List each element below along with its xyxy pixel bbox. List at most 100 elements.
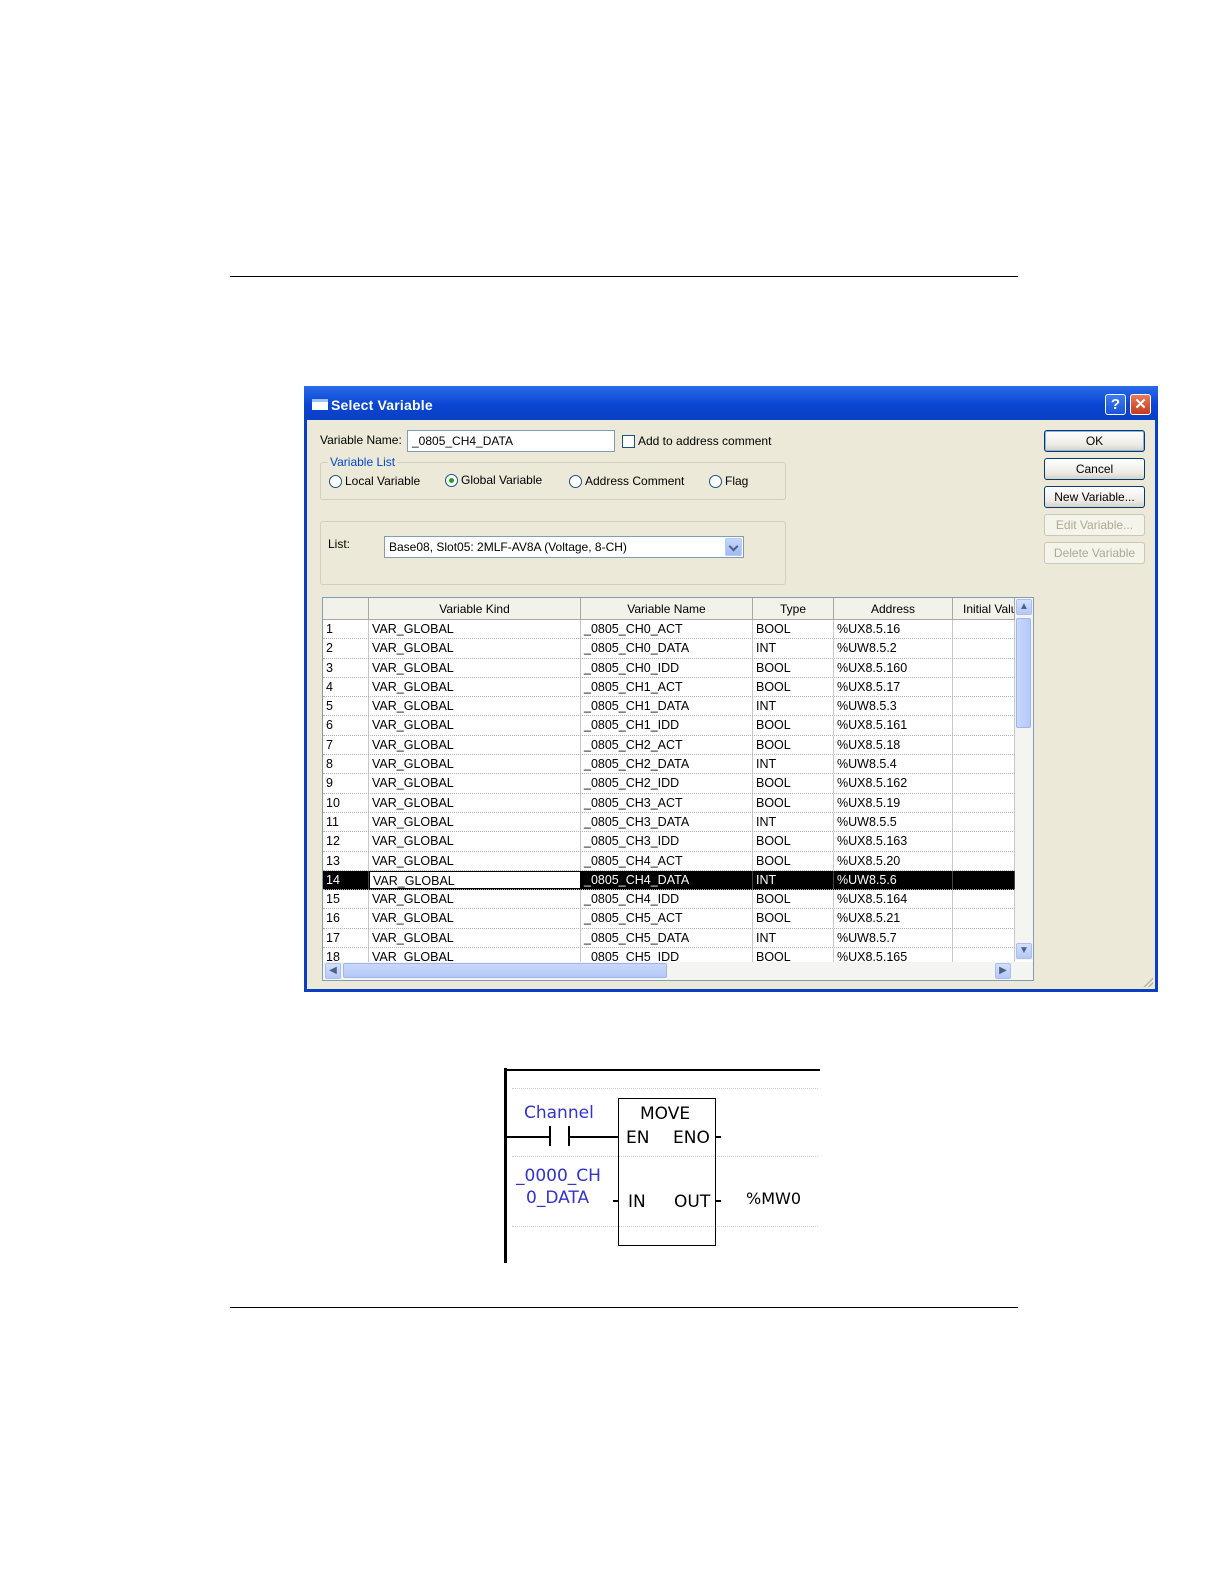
vertical-scroll-thumb[interactable]	[1016, 618, 1031, 728]
cell-variable-kind[interactable]: VAR_GLOBAL	[369, 639, 581, 658]
address-comment-radio[interactable]	[569, 475, 582, 488]
table-row[interactable]: 13 VAR_GLOBAL _0805_CH4_ACT BOOL %UX8.5.20	[323, 851, 1015, 871]
vertical-scrollbar[interactable]: ▲ ▼	[1015, 598, 1033, 960]
table-row[interactable]: 2 VAR_GLOBAL _0805_CH0_DATA INT %UW8.5.2	[323, 639, 1015, 659]
local-variable-radio[interactable]	[329, 475, 342, 488]
cell-address[interactable]: %UX8.5.163	[834, 832, 953, 851]
cell-variable-kind[interactable]: VAR_GLOBAL	[369, 909, 581, 928]
cell-variable-kind[interactable]: VAR_GLOBAL	[369, 774, 581, 793]
cell-variable-kind[interactable]: VAR_GLOBAL	[369, 928, 581, 948]
table-row[interactable]: 6 VAR_GLOBAL _0805_CH1_IDD BOOL %UX8.5.161	[323, 716, 1015, 736]
close-button[interactable]: ✕	[1130, 394, 1151, 415]
cancel-button[interactable]: Cancel	[1044, 458, 1145, 480]
cell-index[interactable]: 9	[323, 774, 369, 793]
cell-type[interactable]: INT	[753, 697, 834, 716]
table-row[interactable]: 12 VAR_GLOBAL _0805_CH3_IDD BOOL %UX8.5.163	[323, 832, 1015, 852]
scroll-right-icon[interactable]: ▶	[995, 963, 1011, 979]
cell-address[interactable]: %UX8.5.21	[834, 909, 953, 928]
cell-initial-value[interactable]	[953, 755, 1015, 774]
cell-variable-name[interactable]: _0805_CH3_ACT	[581, 793, 753, 812]
cell-variable-name[interactable]: _0805_CH2_ACT	[581, 735, 753, 755]
cell-variable-name[interactable]: _0805_CH4_ACT	[581, 851, 753, 870]
cell-index[interactable]: 11	[323, 812, 369, 832]
cell-type[interactable]: INT	[753, 755, 834, 774]
resize-grip-icon[interactable]	[1141, 975, 1153, 987]
cell-index[interactable]: 15	[323, 890, 369, 909]
cell-initial-value[interactable]	[953, 793, 1015, 812]
cell-index[interactable]: 16	[323, 909, 369, 928]
table-row[interactable]: 1 VAR_GLOBAL _0805_CH0_ACT BOOL %UX8.5.16	[323, 620, 1015, 640]
cell-variable-name[interactable]: _0805_CH3_IDD	[581, 832, 753, 851]
cell-address[interactable]: %UX8.5.17	[834, 677, 953, 697]
cell-variable-kind[interactable]: VAR_GLOBAL	[369, 851, 581, 870]
new-variable-button[interactable]: New Variable...	[1044, 486, 1145, 508]
edit-variable-button[interactable]: Edit Variable...	[1044, 514, 1145, 536]
cell-initial-value[interactable]	[953, 774, 1015, 793]
cell-variable-kind[interactable]: VAR_GLOBAL	[369, 812, 581, 832]
scroll-down-icon[interactable]: ▼	[1016, 943, 1032, 959]
cell-variable-name[interactable]: _0805_CH1_DATA	[581, 697, 753, 716]
table-row[interactable]: 9 VAR_GLOBAL _0805_CH2_IDD BOOL %UX8.5.162	[323, 774, 1015, 794]
cell-type[interactable]: INT	[753, 870, 834, 890]
cell-variable-kind[interactable]: VAR_GLOBAL	[369, 677, 581, 697]
table-row[interactable]: 14 VAR_GLOBAL _0805_CH4_DATA INT %UW8.5.6	[323, 870, 1015, 891]
cell-index[interactable]: 4	[323, 677, 369, 697]
cell-variable-kind[interactable]: VAR_GLOBAL	[369, 870, 581, 890]
horizontal-scrollbar[interactable]: ◀ ▶	[323, 962, 1033, 980]
cell-type[interactable]: INT	[753, 928, 834, 948]
col-header-variable-kind[interactable]: Variable Kind	[369, 598, 581, 620]
cell-variable-kind[interactable]: VAR_GLOBAL	[369, 793, 581, 812]
table-row[interactable]: 3 VAR_GLOBAL _0805_CH0_IDD BOOL %UX8.5.160	[323, 658, 1015, 678]
cell-address[interactable]: %UW8.5.7	[834, 928, 953, 948]
cell-index[interactable]: 14	[323, 870, 369, 890]
cell-type[interactable]: BOOL	[753, 677, 834, 697]
scroll-up-icon[interactable]: ▲	[1016, 599, 1032, 615]
cell-address[interactable]: %UX8.5.160	[834, 658, 953, 677]
table-row[interactable]: 8 VAR_GLOBAL _0805_CH2_DATA INT %UW8.5.4	[323, 755, 1015, 775]
cell-index[interactable]: 1	[323, 620, 369, 639]
cell-initial-value[interactable]	[953, 697, 1015, 716]
cell-variable-name[interactable]: _0805_CH5_ACT	[581, 909, 753, 928]
cell-variable-kind[interactable]: VAR_GLOBAL	[369, 697, 581, 716]
cell-address[interactable]: %UW8.5.5	[834, 812, 953, 832]
help-button[interactable]: ?	[1105, 394, 1126, 415]
cell-variable-kind[interactable]: VAR_GLOBAL	[369, 658, 581, 677]
scroll-left-icon[interactable]: ◀	[325, 963, 341, 979]
cell-variable-name[interactable]: _0805_CH2_DATA	[581, 755, 753, 774]
cell-index[interactable]: 12	[323, 832, 369, 851]
add-comment-checkbox[interactable]	[622, 435, 635, 448]
cell-type[interactable]: BOOL	[753, 735, 834, 755]
col-header-index[interactable]	[323, 598, 369, 620]
cell-index[interactable]: 5	[323, 697, 369, 716]
cell-initial-value[interactable]	[953, 716, 1015, 735]
cell-type[interactable]: BOOL	[753, 832, 834, 851]
cell-initial-value[interactable]	[953, 909, 1015, 928]
cell-address[interactable]: %UX8.5.18	[834, 735, 953, 755]
cell-initial-value[interactable]	[953, 870, 1015, 890]
cell-initial-value[interactable]	[953, 735, 1015, 755]
cell-variable-name[interactable]: _0805_CH5_DATA	[581, 928, 753, 948]
cell-variable-name[interactable]: _0805_CH1_IDD	[581, 716, 753, 735]
list-select[interactable]: Base08, Slot05: 2MLF-AV8A (Voltage, 8-CH…	[384, 536, 744, 558]
cell-address[interactable]: %UX8.5.20	[834, 851, 953, 870]
cell-index[interactable]: 2	[323, 639, 369, 658]
chevron-down-icon[interactable]	[725, 538, 742, 556]
variable-name-input[interactable]: _0805_CH4_DATA	[407, 430, 615, 452]
col-header-initial-value[interactable]: Initial Valu	[953, 598, 1015, 620]
cell-address[interactable]: %UX8.5.164	[834, 890, 953, 909]
cell-type[interactable]: BOOL	[753, 793, 834, 812]
cell-address[interactable]: %UX8.5.162	[834, 774, 953, 793]
cell-index[interactable]: 17	[323, 928, 369, 948]
cell-index[interactable]: 10	[323, 793, 369, 812]
cell-address[interactable]: %UW8.5.3	[834, 697, 953, 716]
col-header-variable-name[interactable]: Variable Name	[581, 598, 753, 620]
cell-type[interactable]: BOOL	[753, 890, 834, 909]
col-header-type[interactable]: Type	[753, 598, 834, 620]
cell-type[interactable]: INT	[753, 639, 834, 658]
cell-initial-value[interactable]	[953, 677, 1015, 697]
cell-type[interactable]: BOOL	[753, 658, 834, 677]
col-header-address[interactable]: Address	[834, 598, 953, 620]
horizontal-scroll-thumb[interactable]	[343, 963, 667, 978]
cell-address[interactable]: %UW8.5.2	[834, 639, 953, 658]
cell-variable-kind[interactable]: VAR_GLOBAL	[369, 832, 581, 851]
